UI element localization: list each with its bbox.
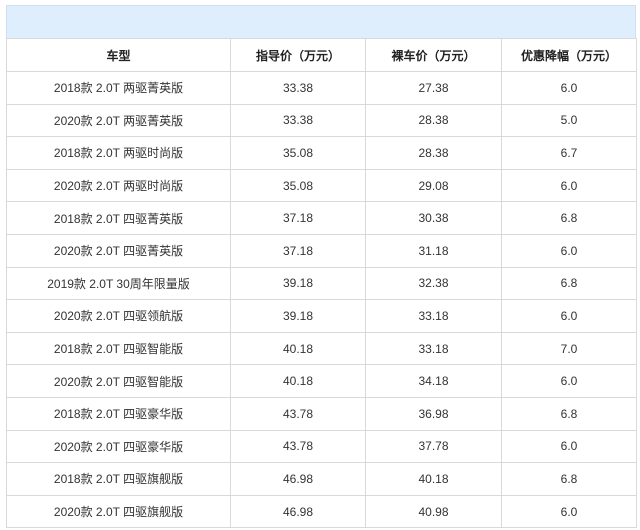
cell-model: 2018款 2.0T 四驱智能版 [6, 331, 231, 366]
cell-discount: 5.0 [501, 103, 637, 138]
cell-model: 2020款 2.0T 四驱菁英版 [6, 233, 231, 268]
cell-msrp: 43.78 [230, 396, 366, 431]
cell-model: 2018款 2.0T 四驱菁英版 [6, 201, 231, 235]
cell-msrp: 33.38 [230, 71, 366, 105]
cell-model: 2020款 2.0T 四驱领航版 [6, 299, 231, 333]
table-row: 2018款 2.0T 四驱豪华版 43.78 36.98 6.8 [6, 396, 637, 431]
cell-msrp: 37.18 [230, 201, 366, 235]
cell-discount: 6.8 [501, 396, 637, 431]
cell-model: 2018款 2.0T 两驱菁英版 [6, 71, 231, 105]
cell-net-price: 40.98 [365, 494, 502, 529]
cell-discount: 6.0 [501, 233, 637, 268]
price-table-container: 车型 指导价（万元） 裸车价（万元） 优惠降幅（万元） 2018款 2.0T 两… [0, 0, 640, 530]
cell-discount: 7.0 [501, 331, 637, 366]
header-msrp: 指导价（万元） [230, 38, 366, 72]
cell-discount: 6.0 [501, 168, 637, 203]
cell-discount: 6.8 [501, 266, 637, 301]
cell-net-price: 37.78 [365, 429, 502, 464]
cell-model: 2018款 2.0T 四驱豪华版 [6, 396, 231, 431]
cell-net-price: 31.18 [365, 233, 502, 268]
cell-discount: 6.7 [501, 136, 637, 170]
cell-msrp: 39.18 [230, 266, 366, 301]
cell-discount: 6.0 [501, 71, 637, 105]
cell-net-price: 30.38 [365, 201, 502, 235]
cell-model: 2019款 2.0T 30周年限量版 [6, 266, 231, 301]
cell-net-price: 32.38 [365, 266, 502, 301]
table-row: 2020款 2.0T 两驱菁英版 33.38 28.38 5.0 [6, 103, 637, 138]
table-row: 2018款 2.0T 四驱智能版 40.18 33.18 7.0 [6, 331, 637, 366]
table-row: 2020款 2.0T 四驱豪华版 43.78 37.78 6.0 [6, 429, 637, 464]
table-row: 2020款 2.0T 四驱领航版 39.18 33.18 6.0 [6, 299, 637, 333]
header-model: 车型 [6, 38, 231, 72]
table-row: 2020款 2.0T 四驱菁英版 37.18 31.18 6.0 [6, 233, 637, 268]
cell-msrp: 46.98 [230, 494, 366, 529]
cell-msrp: 37.18 [230, 233, 366, 268]
header-discount: 优惠降幅（万元） [501, 38, 637, 72]
table-row: 2018款 2.0T 四驱菁英版 37.18 30.38 6.8 [6, 201, 637, 235]
table-row: 2020款 2.0T 四驱智能版 40.18 34.18 6.0 [6, 364, 637, 398]
table-row: 2019款 2.0T 30周年限量版 39.18 32.38 6.8 [6, 266, 637, 301]
cell-msrp: 35.08 [230, 168, 366, 203]
table-row: 2018款 2.0T 两驱时尚版 35.08 28.38 6.7 [6, 136, 637, 170]
table-row: 2020款 2.0T 两驱时尚版 35.08 29.08 6.0 [6, 168, 637, 203]
cell-model: 2020款 2.0T 四驱旗舰版 [6, 494, 231, 529]
header-row: 车型 指导价（万元） 裸车价（万元） 优惠降幅（万元） [6, 38, 637, 72]
cell-model: 2020款 2.0T 四驱智能版 [6, 364, 231, 398]
cell-discount: 6.0 [501, 494, 637, 529]
price-table: 车型 指导价（万元） 裸车价（万元） 优惠降幅（万元） 2018款 2.0T 两… [6, 38, 637, 529]
cell-model: 2018款 2.0T 四驱旗舰版 [6, 462, 231, 496]
cell-net-price: 34.18 [365, 364, 502, 398]
cell-discount: 6.0 [501, 364, 637, 398]
cell-net-price: 36.98 [365, 396, 502, 431]
cell-net-price: 27.38 [365, 71, 502, 105]
cell-model: 2020款 2.0T 两驱菁英版 [6, 103, 231, 138]
cell-net-price: 33.18 [365, 331, 502, 366]
cell-net-price: 28.38 [365, 103, 502, 138]
table-banner [6, 5, 636, 38]
cell-discount: 6.0 [501, 299, 637, 333]
cell-model: 2020款 2.0T 四驱豪华版 [6, 429, 231, 464]
cell-msrp: 35.08 [230, 136, 366, 170]
cell-msrp: 46.98 [230, 462, 366, 496]
cell-net-price: 29.08 [365, 168, 502, 203]
cell-msrp: 40.18 [230, 364, 366, 398]
cell-msrp: 33.38 [230, 103, 366, 138]
table-row: 2018款 2.0T 两驱菁英版 33.38 27.38 6.0 [6, 71, 637, 105]
header-net-price: 裸车价（万元） [365, 38, 502, 72]
table-row: 2020款 2.0T 四驱旗舰版 46.98 40.98 6.0 [6, 494, 637, 529]
table-header: 车型 指导价（万元） 裸车价（万元） 优惠降幅（万元） [6, 38, 637, 72]
cell-net-price: 33.18 [365, 299, 502, 333]
table-row: 2018款 2.0T 四驱旗舰版 46.98 40.18 6.8 [6, 462, 637, 496]
cell-model: 2018款 2.0T 两驱时尚版 [6, 136, 231, 170]
cell-discount: 6.0 [501, 429, 637, 464]
cell-discount: 6.8 [501, 201, 637, 235]
cell-net-price: 28.38 [365, 136, 502, 170]
cell-msrp: 40.18 [230, 331, 366, 366]
cell-model: 2020款 2.0T 两驱时尚版 [6, 168, 231, 203]
cell-msrp: 43.78 [230, 429, 366, 464]
table-body: 2018款 2.0T 两驱菁英版 33.38 27.38 6.0 2020款 2.0T … [6, 71, 637, 529]
cell-msrp: 39.18 [230, 299, 366, 333]
cell-net-price: 40.18 [365, 462, 502, 496]
cell-discount: 6.8 [501, 462, 637, 496]
